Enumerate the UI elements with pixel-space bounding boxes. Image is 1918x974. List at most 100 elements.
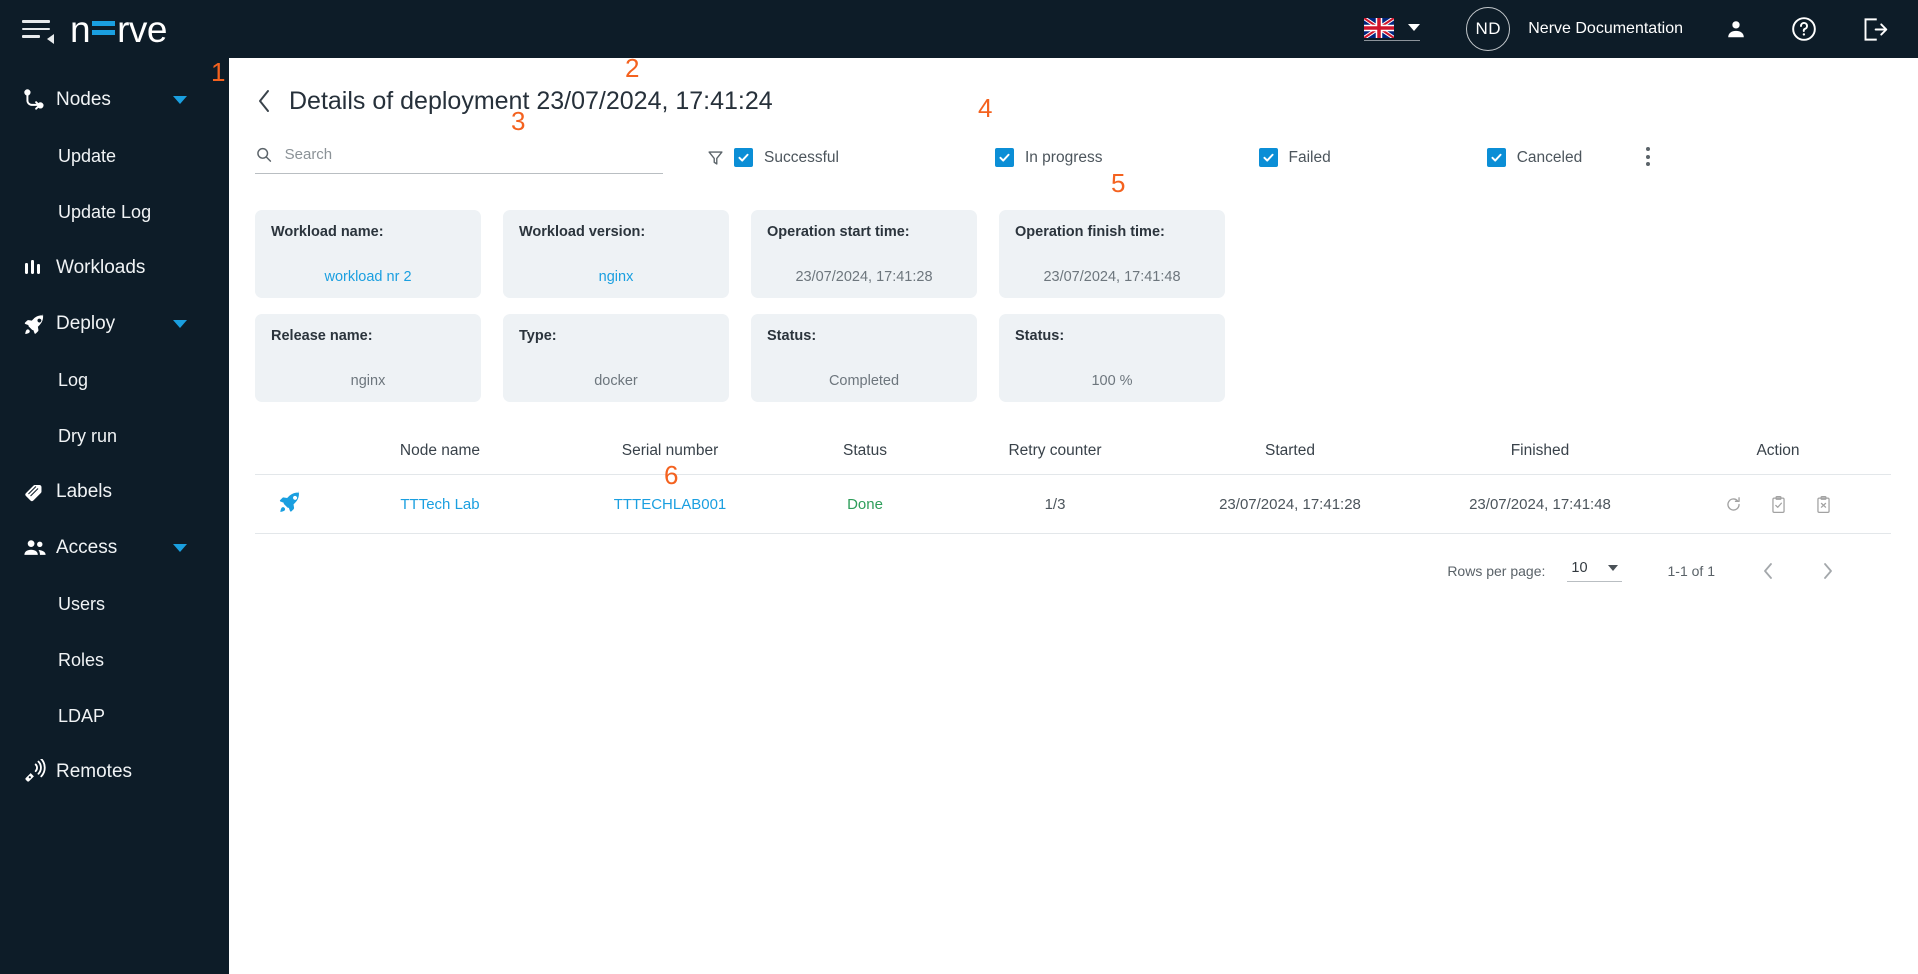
search-icon [257, 147, 272, 162]
filter-checkbox-successful[interactable]: Successful [734, 148, 839, 167]
cell-retry-counter: 1/3 [1044, 495, 1066, 513]
avatar[interactable]: ND [1466, 7, 1511, 51]
check-icon [999, 153, 1010, 162]
more-vertical-icon[interactable] [1646, 147, 1651, 168]
filter-checkbox-failed[interactable]: Failed [1258, 148, 1331, 167]
check-icon [1262, 153, 1274, 162]
info-card: Status: 100 % [999, 314, 1225, 402]
column-header-status: Status [843, 442, 887, 459]
previous-page-button[interactable] [1761, 561, 1775, 581]
chevron-down-icon [1408, 24, 1421, 31]
sidebar-item-label: Roles [58, 649, 105, 670]
username-label: Nerve Documentation [1528, 20, 1683, 37]
cell-node-name[interactable]: TTTech Lab [325, 475, 555, 534]
sidebar-item-dry-run[interactable]: Dry run [0, 408, 229, 464]
rows-per-page-label: Rows per page: [1447, 563, 1546, 579]
top-header-bar: n rve ND Nerve Documentation [0, 0, 1918, 58]
logout-icon[interactable] [1861, 16, 1888, 43]
header-right-group: ND Nerve Documentation [1364, 0, 1918, 58]
language-selector[interactable] [1364, 17, 1421, 41]
card-row-bottom: Release name: nginx Type: docker Status: Comp… [255, 314, 1918, 402]
column-header-action: Action [1756, 442, 1800, 459]
chevron-down-icon [1607, 565, 1618, 571]
sidebar-item-access[interactable]: Access [0, 520, 229, 576]
info-card-label: Release name: [271, 328, 373, 344]
annotation-marker-5: 5 [1111, 168, 1126, 198]
checkbox-box[interactable] [994, 148, 1014, 167]
hamburger-collapse-icon[interactable] [22, 12, 56, 46]
info-card: Workload name: workload nr 2 [255, 210, 481, 298]
column-header-retry-counter: Retry counter [1008, 442, 1102, 459]
annotation-marker-3: 3 [511, 106, 526, 136]
info-card-value: Completed [828, 373, 900, 389]
card-row-top: Workload name: workload nr 2 Workload vers… [255, 210, 1918, 298]
back-button[interactable] [255, 84, 281, 118]
column-header-icon [255, 442, 325, 475]
approve-clipboard-icon[interactable] [1769, 495, 1788, 514]
info-card-label: Status: [767, 328, 817, 344]
label-tag-icon [22, 480, 56, 505]
info-card-value[interactable]: workload nr 2 [271, 269, 465, 285]
rows-per-page-value: 10 [1571, 560, 1588, 576]
sidebar-item-workloads[interactable]: Workloads [0, 240, 229, 296]
sidebar-item-update-log[interactable]: Update Log [0, 184, 229, 240]
cell-finished: 23/07/2024, 17:41:48 [1469, 495, 1611, 513]
sidebar-item-ldap[interactable]: LDAP [0, 688, 229, 744]
checkbox-box[interactable] [1258, 148, 1278, 167]
uk-flag-icon [1364, 17, 1395, 38]
sidebar-item-log[interactable]: Log [0, 352, 229, 408]
filter-label: In progress [1024, 148, 1103, 166]
chevron-down-icon[interactable] [173, 96, 187, 104]
filter-label: Successful [764, 148, 839, 166]
info-card-value: docker [594, 373, 638, 389]
info-card-label: Workload name: [271, 224, 384, 240]
reject-clipboard-icon[interactable] [1814, 495, 1833, 514]
annotation-marker-4: 4 [978, 93, 993, 123]
chevron-down-icon[interactable] [173, 320, 187, 328]
remotes-icon [22, 759, 56, 785]
restart-icon[interactable] [1724, 495, 1743, 514]
checkbox-box[interactable] [1486, 148, 1506, 167]
filter-checkbox-in-progress[interactable]: In progress [994, 148, 1103, 167]
sidebar-item-label: LDAP [58, 705, 106, 726]
info-card-value: 100 % [1091, 373, 1133, 389]
info-card-value[interactable]: nginx [519, 269, 713, 285]
deployment-info-cards: Workload name: workload nr 2 Workload vers… [229, 174, 1918, 402]
sidebar-item-roles[interactable]: Roles [0, 632, 229, 688]
sidebar-item-update[interactable]: Update [0, 128, 229, 184]
search-field[interactable] [255, 145, 663, 174]
filter-label: Failed [1288, 148, 1331, 166]
info-card-label: Operation finish time: [1015, 224, 1165, 240]
next-page-button[interactable] [1821, 561, 1835, 581]
cell-status: Done [847, 495, 883, 513]
logo-equals-mark [92, 21, 116, 37]
sidebar-item-label: Deploy [56, 313, 116, 334]
help-circle-icon[interactable] [1791, 16, 1817, 42]
sidebar-item-label: Users [58, 593, 106, 614]
rows-per-page-select[interactable]: 10 [1567, 560, 1622, 582]
sidebar-item-users[interactable]: Users [0, 576, 229, 632]
checkbox-box[interactable] [734, 148, 753, 167]
rocket-icon [22, 312, 56, 337]
pagination-controls: Rows per page: 10 1-1 of 1 [255, 534, 1891, 582]
sidebar-item-deploy[interactable]: Deploy [0, 296, 229, 352]
filter-checkbox-canceled[interactable]: Canceled [1486, 148, 1582, 167]
avatar-initials: ND [1475, 19, 1502, 38]
sidebar-item-label: Labels [56, 481, 112, 502]
sidebar-item-remotes[interactable]: Remotes [0, 744, 229, 800]
chevron-down-icon[interactable] [173, 544, 187, 552]
sidebar-item-label: Nodes [56, 89, 111, 110]
search-input[interactable] [284, 146, 663, 163]
sidebar-item-labels[interactable]: Labels [0, 464, 229, 520]
workloads-icon [22, 256, 56, 280]
cell-actions [1665, 475, 1891, 534]
cell-started: 23/07/2024, 17:41:28 [1219, 495, 1361, 513]
filter-funnel-icon[interactable] [707, 149, 724, 167]
user-icon[interactable] [1725, 18, 1747, 40]
table-row[interactable]: TTTech Lab TTTECHLAB001 Done 1/3 23/07/2024,… [255, 474, 1891, 534]
info-card-label: Workload version: [519, 224, 646, 240]
table-header-row: Node name Serial number Status Retry cou… [255, 442, 1891, 475]
deployment-nodes-table: Node name Serial number Status Retry cou… [255, 442, 1891, 582]
sidebar-item-nodes[interactable]: Nodes [0, 72, 229, 128]
sidebar-item-label: Remotes [56, 761, 133, 782]
